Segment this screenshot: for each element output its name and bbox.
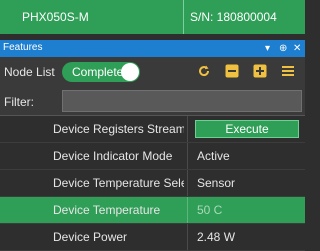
expand-icon[interactable] [253, 64, 267, 78]
column-divider [187, 143, 188, 169]
toggle-label: Complete [72, 65, 124, 79]
header-divider [183, 0, 184, 34]
features-toolbar: Node List Complete [0, 57, 305, 87]
column-divider [187, 116, 188, 142]
menu-icon[interactable] [281, 64, 295, 78]
device-header: PHX050S-M S/N: 180800004 [0, 0, 305, 34]
node-list-toggle[interactable]: Complete [62, 62, 140, 82]
dropdown-icon[interactable]: ▾ [265, 40, 270, 57]
column-divider [187, 170, 188, 196]
panel-title: Features [3, 42, 43, 53]
feature-name: Device Temperature Selector [53, 176, 184, 190]
feature-value: 2.48 W [197, 230, 236, 244]
toggle-knob [121, 63, 139, 81]
device-model: PHX050S-M [22, 10, 89, 24]
execute-button[interactable]: Execute [195, 120, 299, 138]
feature-row-registers-streaming[interactable]: Device Registers Streaming Execute [0, 116, 305, 143]
feature-list: Device Registers Streaming Execute Devic… [0, 116, 305, 251]
feature-name: Device Power [53, 230, 128, 244]
filter-input[interactable] [62, 90, 302, 112]
feature-row-power[interactable]: Device Power 2.48 W [0, 224, 305, 251]
close-icon[interactable]: ✕ [293, 40, 301, 57]
refresh-icon[interactable] [197, 64, 211, 78]
pin-icon[interactable]: ⊕ [279, 40, 287, 57]
feature-row-temperature[interactable]: Device Temperature 50 C [0, 197, 305, 224]
collapse-icon[interactable] [225, 64, 239, 78]
feature-name: Device Temperature [53, 203, 161, 217]
feature-name: Device Indicator Mode [53, 149, 173, 163]
feature-value: 50 C [197, 203, 223, 217]
feature-row-temperature-selector[interactable]: Device Temperature Selector Sensor [0, 170, 305, 197]
node-list-label: Node List [4, 65, 55, 79]
device-serial: S/N: 180800004 [190, 10, 277, 24]
feature-value[interactable]: Active [197, 149, 230, 163]
column-divider [187, 224, 188, 250]
column-divider [187, 197, 188, 223]
filter-label: Filter: [4, 95, 34, 109]
filter-row: Filter: [0, 87, 305, 115]
feature-value[interactable]: Sensor [197, 176, 235, 190]
feature-row-indicator-mode[interactable]: Device Indicator Mode Active [0, 143, 305, 170]
features-panel-titlebar: Features ▾ ⊕ ✕ [0, 40, 305, 57]
feature-name: Device Registers Streaming [53, 122, 184, 136]
